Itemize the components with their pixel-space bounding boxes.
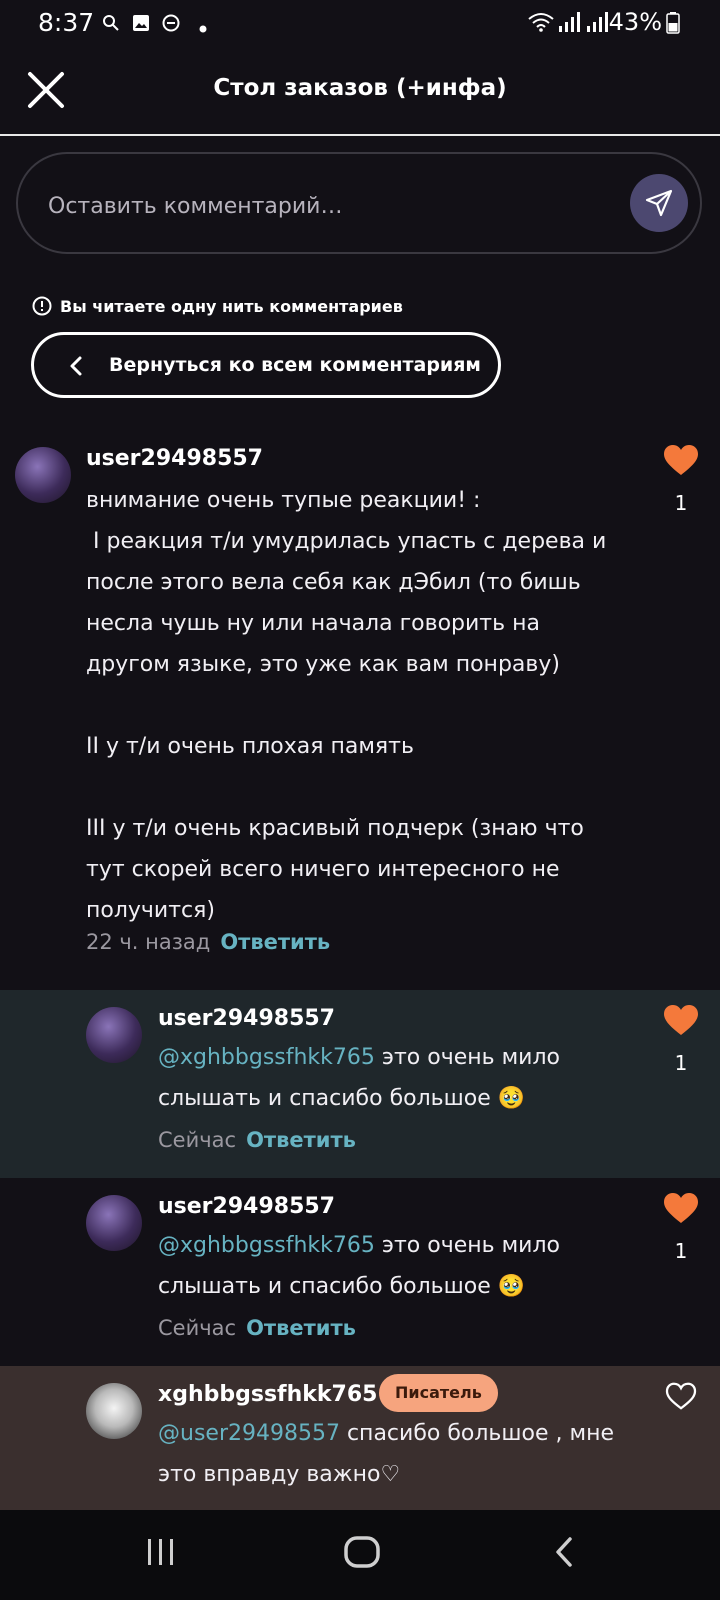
gallery-icon [132,14,150,36]
comment-text-line: слышать и спасибо большое 🥹 [158,1274,526,1299]
heart-icon [664,1005,698,1035]
comment-body: @xghbbgssfhkk765 это очень мило слышать … [158,1037,638,1119]
avatar[interactable] [86,1007,142,1063]
reply-button[interactable]: Ответить [246,1128,356,1152]
like-count: 1 [674,1239,688,1263]
comment-username[interactable]: xghbbgssfhkk765 [158,1382,377,1407]
battery-icon [666,12,680,38]
heart-outline-icon [665,1382,697,1410]
back-to-all-comments-button[interactable]: Вернуться ко всем комментариям [31,332,501,398]
info-icon [32,296,52,316]
comment-text-line: слышать и спасибо большое 🥹 [158,1086,526,1111]
comment-reply: user29498557 @xghbbgssfhkk765 это очень … [0,1178,720,1366]
comment-input[interactable] [46,188,610,224]
like-button[interactable] [665,1382,705,1414]
like-count: 1 [674,1051,688,1075]
app-header: Стол заказов (+инфа) [0,46,720,136]
comment-meta: Сейчас Ответить [158,1316,356,1340]
recent-apps-button[interactable] [145,1536,177,1572]
thread-notice: Вы читаете одну нить комментариев [32,296,403,316]
notification-dot-icon [199,18,207,37]
avatar[interactable] [86,1383,142,1439]
comment-text-line: это очень мило [374,1045,560,1070]
like-button[interactable] [663,444,703,480]
recent-apps-icon [148,1539,173,1565]
avatar[interactable] [15,447,71,503]
wifi-icon [528,12,554,36]
signal-icon [558,12,580,36]
comment-text-line: это очень мило [374,1233,560,1258]
mention-link[interactable]: @xghbbgssfhkk765 [158,1045,375,1070]
send-icon [645,189,673,217]
comment-input-box [16,152,702,254]
mention-link[interactable]: @xghbbgssfhkk765 [158,1233,375,1258]
signal-icon-2 [586,12,608,36]
like-button[interactable] [663,1004,703,1040]
like-button[interactable] [663,1192,703,1228]
comment-root: user29498557 внимание очень тупые реакци… [0,430,720,990]
comment-body: внимание очень тупые реакции! : I реакци… [86,488,607,923]
comment-reply-highlighted: user29498557 @xghbbgssfhkk765 это очень … [0,990,720,1178]
avatar[interactable] [86,1195,142,1251]
page-title: Стол заказов (+инфа) [213,75,507,101]
heart-icon [664,1193,698,1223]
search-icon [102,14,120,36]
home-icon [344,1536,380,1568]
comment-time: 22 ч. назад [86,930,211,954]
status-bar: 8:37 43% [0,0,720,46]
comment-text-line: спасибо большое , мне [339,1421,615,1446]
system-nav-bar [0,1510,720,1600]
comment-time: Сейчас [158,1316,237,1340]
back-icon [556,1537,572,1567]
comment-time: Сейчас [158,1128,237,1152]
like-count: 1 [674,491,688,515]
comment-username[interactable]: user29498557 [158,1194,335,1219]
heart-icon [664,445,698,475]
comment-text-line: это вправду важно♡ [158,1462,401,1487]
status-time: 8:37 [38,8,95,37]
comment-body: @user29498557 спасибо большое , мне это … [158,1413,638,1495]
thread-notice-text: Вы читаете одну нить комментариев [60,297,403,316]
comment-meta: Сейчас Ответить [158,1128,356,1152]
chevron-left-icon [70,356,82,376]
do-not-disturb-icon [162,14,180,36]
reply-button[interactable]: Ответить [220,930,330,954]
mention-link[interactable]: @user29498557 [158,1421,340,1446]
home-button[interactable] [344,1536,380,1572]
comment-username[interactable]: user29498557 [158,1006,335,1031]
comment-reply-writer: xghbbgssfhkk765 Писатель @user29498557 с… [0,1366,720,1510]
battery-percent: 43% [608,8,662,36]
back-button[interactable] [552,1536,576,1572]
comment-username[interactable]: user29498557 [86,446,263,471]
comment-body: @xghbbgssfhkk765 это очень мило слышать … [158,1225,638,1307]
back-button-label: Вернуться ко всем комментариям [109,354,481,376]
reply-button[interactable]: Ответить [246,1316,356,1340]
writer-badge: Писатель [379,1374,498,1412]
send-button[interactable] [630,174,688,232]
comment-meta: 22 ч. назад Ответить [86,930,330,954]
